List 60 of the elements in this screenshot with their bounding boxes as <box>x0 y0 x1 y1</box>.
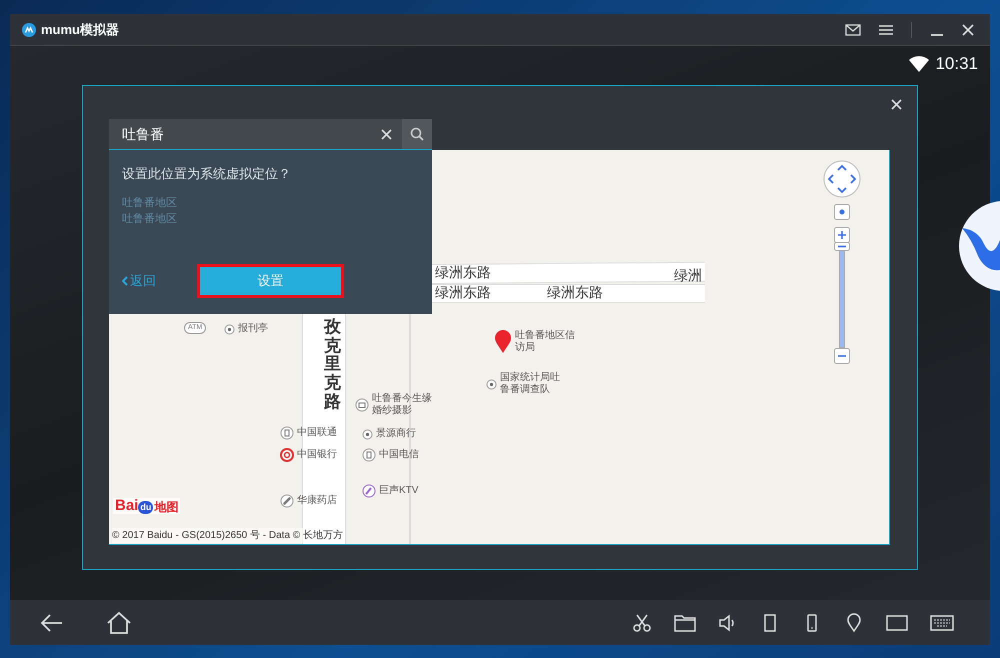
bird-app-icon[interactable] <box>958 200 1000 292</box>
place-label: 景源商行 <box>376 428 416 440</box>
logo-text: Bai <box>115 498 138 514</box>
locate-button[interactable] <box>834 204 850 220</box>
microphone-icon <box>362 484 376 498</box>
zoom-slider-thumb[interactable] <box>834 242 850 251</box>
wifi-icon <box>909 56 930 72</box>
point-icon <box>486 378 497 390</box>
phone-icon <box>280 426 294 440</box>
phone-icon <box>362 448 376 462</box>
pan-control[interactable] <box>823 160 861 198</box>
logo-paw: du <box>138 501 154 514</box>
point-icon <box>224 324 235 334</box>
place-label: 吐鲁番地区信访局 <box>515 330 576 354</box>
place-label: 中国银行 <box>297 449 337 461</box>
screen-icon[interactable] <box>886 614 908 632</box>
search-icon <box>410 127 424 141</box>
home-icon[interactable] <box>106 610 132 634</box>
road-label: 绿洲东路 <box>435 263 491 282</box>
popup-question: 设置此位置为系统虚拟定位？ <box>122 165 292 183</box>
menu-icon[interactable] <box>879 24 893 36</box>
close-icon[interactable] <box>962 24 974 36</box>
place-label: 中国联通 <box>297 427 337 439</box>
place-label: 报刊亭 <box>238 323 268 335</box>
back-arrow-icon[interactable] <box>40 612 64 632</box>
chevron-left-icon <box>122 276 128 286</box>
folder-icon[interactable] <box>674 614 696 632</box>
address-line: 吐鲁番地区 <box>122 212 178 226</box>
window-title: mumu模拟器 <box>41 20 119 39</box>
place-label: 巨声KTV <box>379 485 418 497</box>
zoom-in-button[interactable] <box>834 227 850 243</box>
road-label: 绿洲东路 <box>435 283 491 302</box>
road-label: 绿洲东路 <box>547 283 603 302</box>
place-label: 华康药店 <box>297 495 337 507</box>
zoom-out-button[interactable] <box>834 348 850 364</box>
scissors-icon[interactable] <box>632 612 652 632</box>
mail-icon[interactable] <box>845 24 861 36</box>
address-line: 吐鲁番地区 <box>122 196 178 210</box>
road-label: 孜克里克路 <box>324 318 341 412</box>
road-label: 绿洲 <box>674 266 702 285</box>
camera-icon <box>355 398 369 412</box>
map-copyright: © 2017 Baidu - GS(2015)2650 号 - Data © 长地万方 <box>112 528 343 543</box>
place-label: 中国电信 <box>379 449 419 461</box>
clock: 10:31 <box>935 53 978 75</box>
logo-text: 地图 <box>154 500 178 514</box>
map-pin-icon <box>494 330 512 354</box>
search-value: 吐鲁番 <box>122 124 164 144</box>
back-link[interactable]: 返回 <box>122 271 197 291</box>
search-button[interactable] <box>402 119 432 149</box>
point-icon <box>362 428 373 440</box>
place-label: 吐鲁番今生缘婚纱摄影 <box>372 393 433 417</box>
pill-icon <box>280 494 294 508</box>
place-label: 国家统计局吐鲁番调查队 <box>500 372 561 396</box>
clear-icon[interactable] <box>381 128 392 140</box>
bank-icon <box>280 448 294 462</box>
search-field[interactable]: 吐鲁番 <box>109 119 432 150</box>
app-logo-icon <box>22 22 36 36</box>
set-button[interactable]: 设置 <box>197 264 344 298</box>
close-icon[interactable] <box>891 99 902 110</box>
keyboard-icon[interactable] <box>930 614 954 630</box>
